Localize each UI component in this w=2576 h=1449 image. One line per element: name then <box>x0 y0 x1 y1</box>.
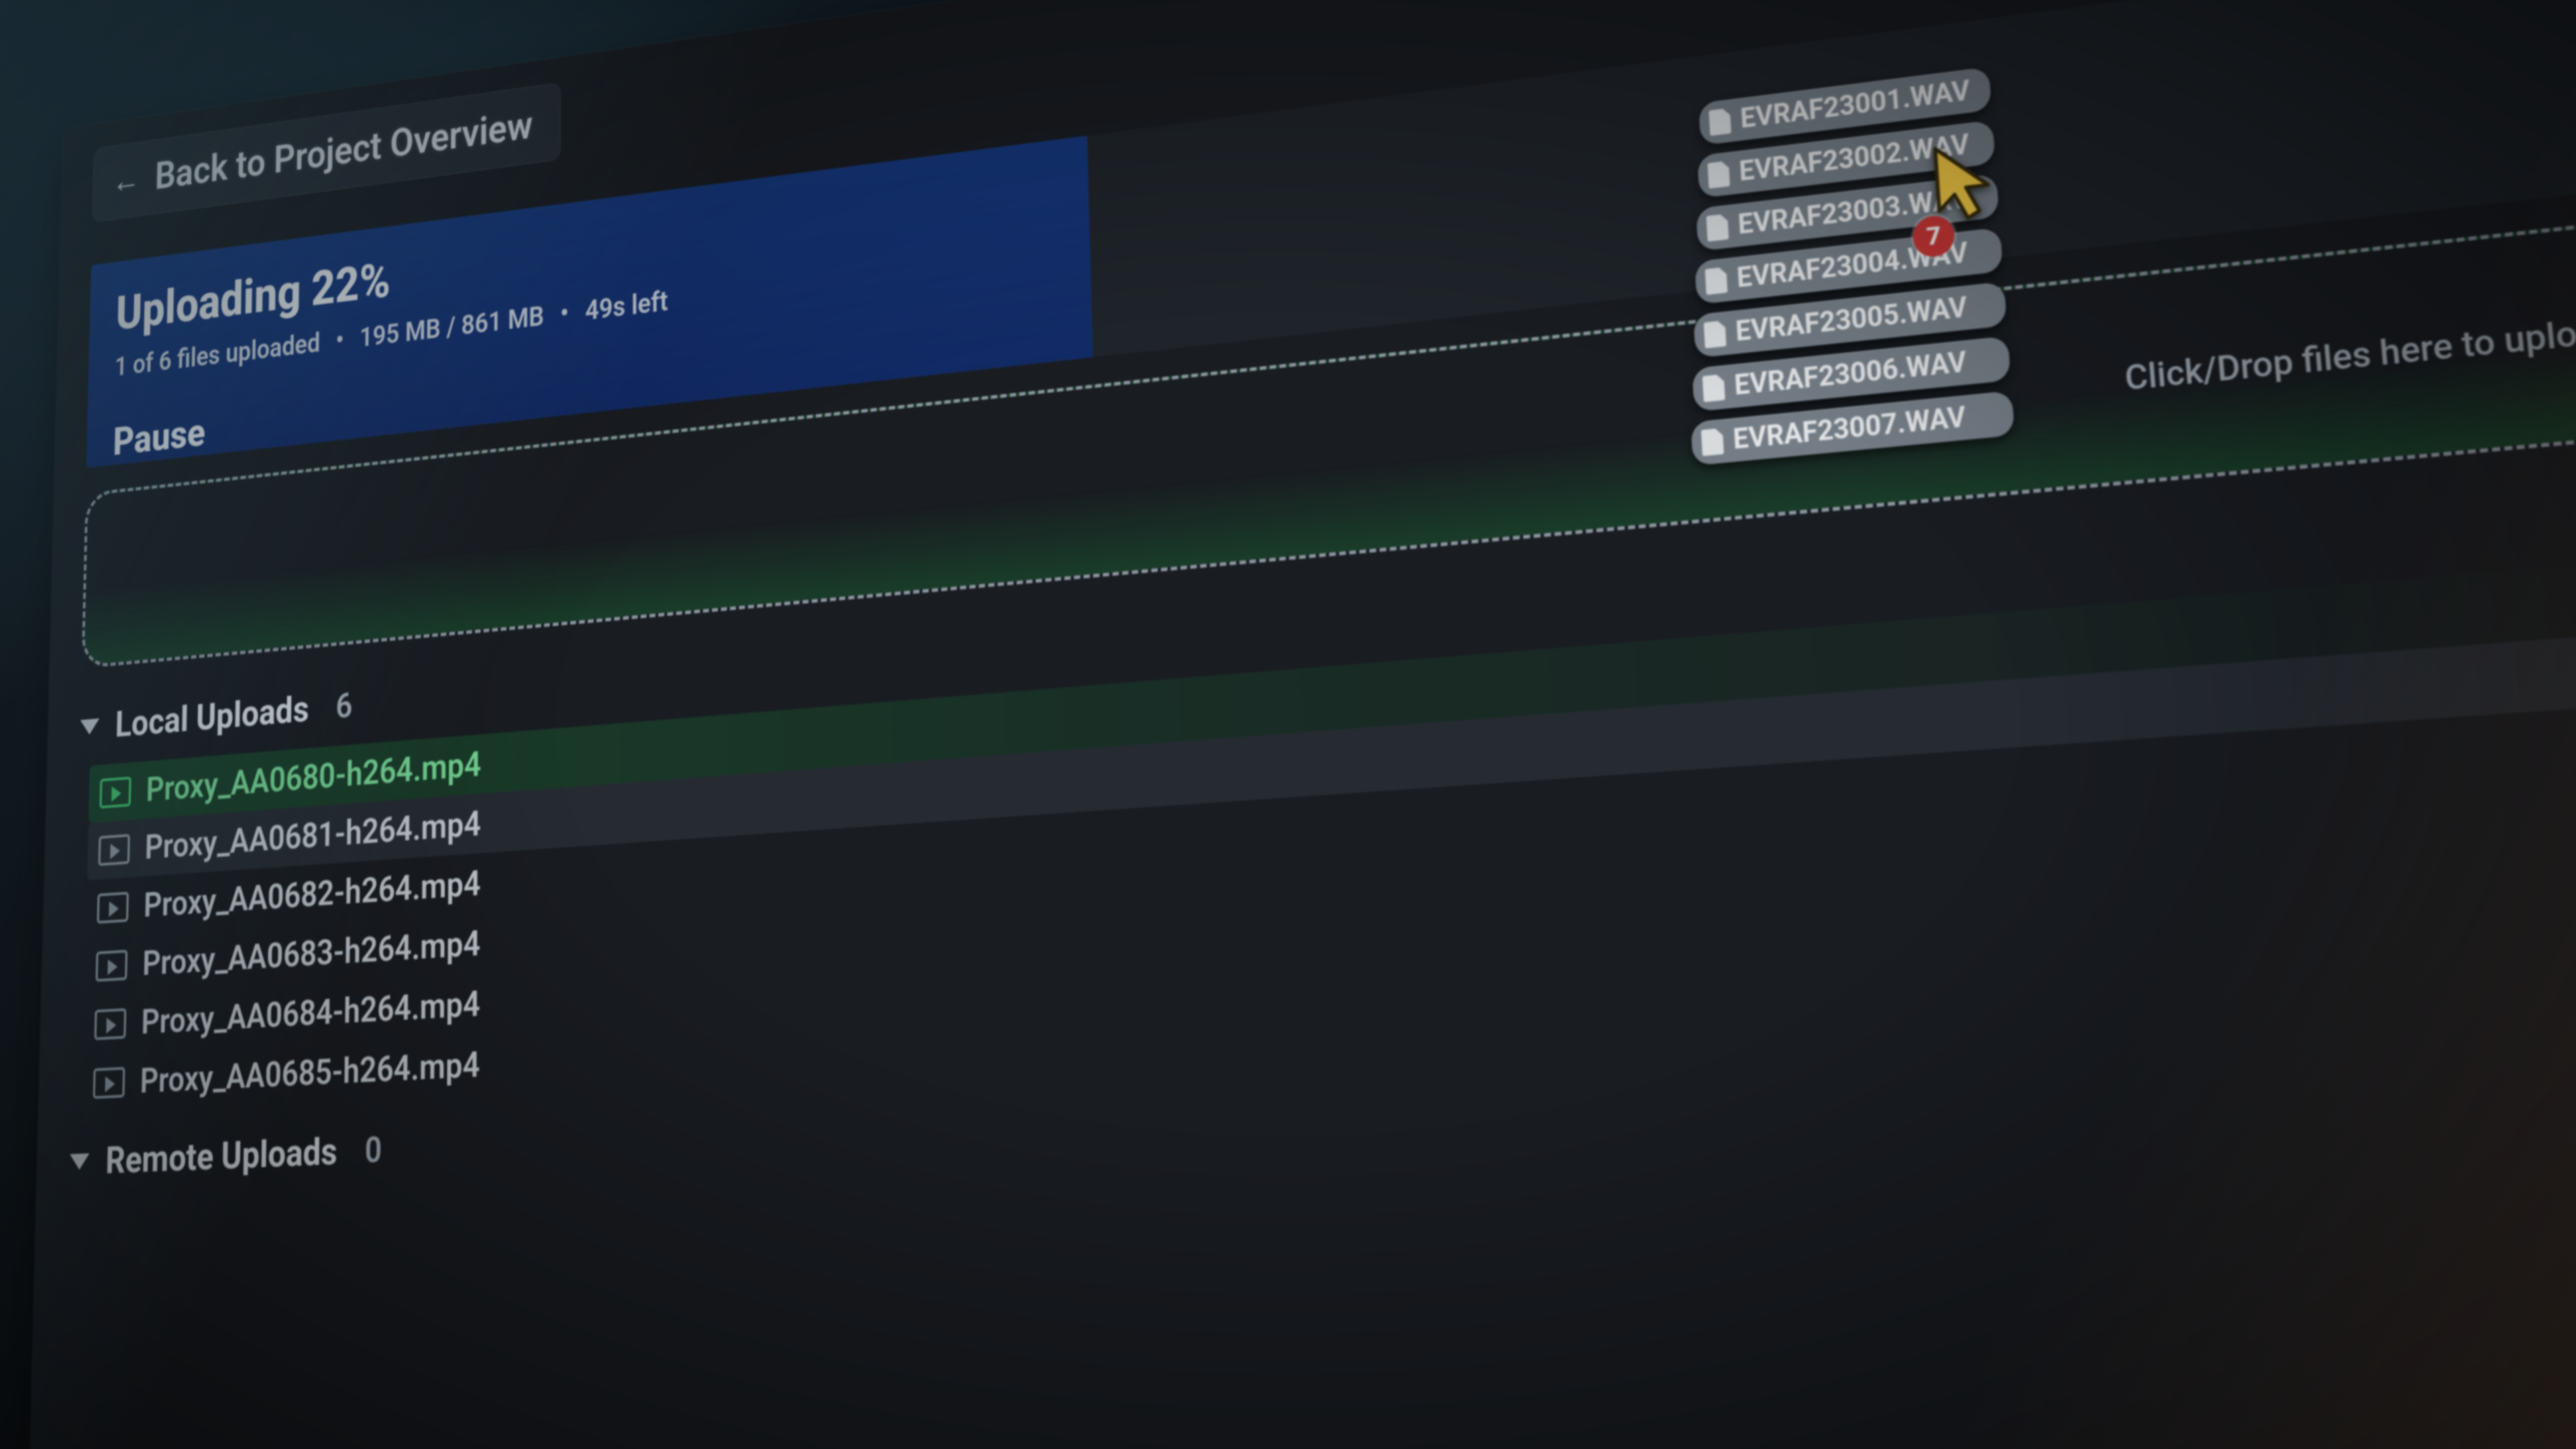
caret-down-icon <box>70 1153 90 1170</box>
upload-eta: 49s left <box>585 286 667 327</box>
remote-uploads-count: 0 <box>364 1128 382 1171</box>
local-uploads-title: Local Uploads <box>115 687 309 746</box>
file-name: Proxy_AA0684-h264.mp4 <box>141 983 480 1042</box>
upload-panel: ← Back to Project Overview Uploading 22%… <box>28 0 2576 1449</box>
document-icon <box>1705 267 1727 295</box>
document-icon <box>1703 374 1725 402</box>
dragged-file-name: EVRAF23006.WAV <box>1733 346 1968 402</box>
separator-dot: • <box>335 325 344 356</box>
separator-dot: • <box>560 297 569 329</box>
document-icon <box>1707 161 1730 189</box>
local-uploads-count: 6 <box>335 685 352 726</box>
video-file-icon <box>93 1067 125 1099</box>
dragged-file-name: EVRAF23003.WAV <box>1737 183 1970 241</box>
document-icon <box>1704 320 1727 348</box>
dragged-file-name: EVRAF23005.WAV <box>1735 292 1968 348</box>
dragged-files-stack: EVRAF23001.WAVEVRAF23002.WAVEVRAF23003.W… <box>1699 67 2015 464</box>
back-label: Back to Project Overview <box>154 102 533 199</box>
video-file-icon <box>98 834 130 866</box>
video-file-icon <box>95 949 127 981</box>
document-icon <box>1706 213 1729 241</box>
document-icon <box>1701 428 1724 456</box>
dropzone-hint: Click/Drop files here to upload <box>2123 309 2576 399</box>
caret-down-icon <box>80 718 99 735</box>
file-name: Proxy_AA0685-h264.mp4 <box>140 1044 480 1102</box>
dragged-file-name: EVRAF23002.WAV <box>1738 129 1970 188</box>
back-to-overview-button[interactable]: ← Back to Project Overview <box>92 83 560 223</box>
dragged-file-name: EVRAF23004.WAV <box>1736 237 1969 294</box>
file-name: Proxy_AA0683-h264.mp4 <box>142 922 480 983</box>
upload-size-progress: 195 MB / 861 MB <box>360 301 544 354</box>
video-file-icon <box>94 1008 126 1040</box>
arrow-left-icon: ← <box>112 160 141 202</box>
document-icon <box>1709 108 1731 136</box>
remote-uploads-title: Remote Uploads <box>105 1129 337 1183</box>
video-file-icon <box>97 892 129 924</box>
video-file-icon <box>99 776 131 808</box>
